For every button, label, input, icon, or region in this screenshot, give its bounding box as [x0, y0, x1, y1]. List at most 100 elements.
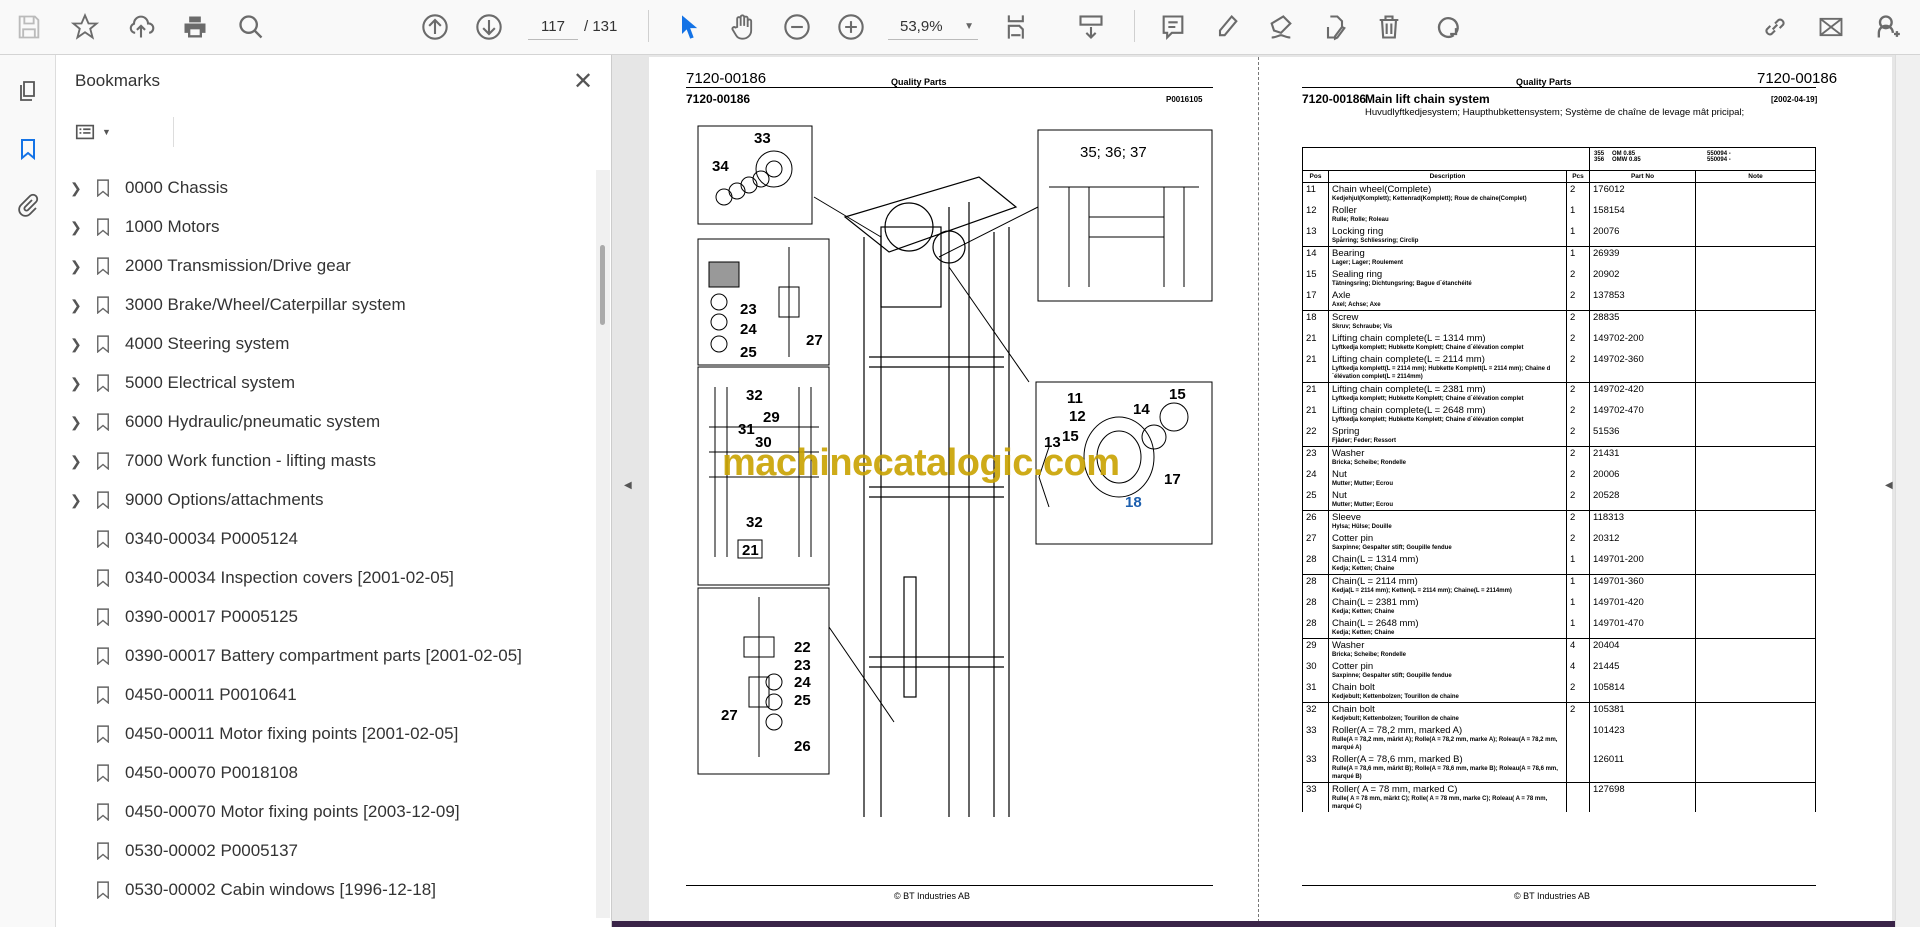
bookmark-options-button[interactable]: ▼ — [74, 117, 174, 147]
document-scrollbar[interactable] — [1895, 55, 1920, 927]
cell-description: Chain(L = 2381 mm) Kedja; Ketten; Chaine — [1328, 596, 1567, 617]
bookmark-item[interactable]: ❯ 5000 Electrical system — [56, 365, 596, 401]
page-down-icon[interactable] — [472, 10, 506, 44]
bookmark-item[interactable]: 0450-00011 P0010641 — [56, 677, 596, 713]
cell-pos: 33 — [1302, 724, 1329, 753]
zoom-in-icon[interactable] — [834, 10, 868, 44]
highlight-icon[interactable] — [1210, 10, 1244, 44]
description-translations: Saxpinne; Gespalter stift; Goupille fend… — [1332, 545, 1452, 551]
chevron-right-icon[interactable]: ❯ — [70, 375, 82, 392]
table-row: 33 Roller(A = 78,2 mm, marked A) Rulle(A =… — [1302, 724, 1817, 753]
bookmark-item[interactable]: 0340-00034 Inspection covers [2001-02-05… — [56, 560, 596, 596]
zoom-out-icon[interactable] — [780, 10, 814, 44]
bookmarks-panel: Bookmarks ✕ ▼ ❯ 0000 Chassis ❯ 1000 Motors ❯… — [56, 55, 612, 927]
bookmark-item[interactable]: 0450-00070 Motor fixing points [2003-12-… — [56, 794, 596, 830]
bookmark-item[interactable]: ❯ 2000 Transmission/Drive gear — [56, 248, 596, 284]
cell-pos: 28 — [1302, 617, 1329, 639]
chevron-right-icon[interactable]: ❯ — [70, 453, 82, 470]
cell-pcs: 2 — [1565, 289, 1591, 311]
cell-pos: 22 — [1302, 425, 1329, 447]
bookmark-item[interactable]: ❯ 7000 Work function - lifting masts — [56, 443, 596, 479]
page-thumbnails-icon[interactable] — [14, 77, 42, 105]
cell-pcs: 1 — [1565, 204, 1591, 225]
cell-pos: 28 — [1302, 574, 1329, 596]
zoom-select[interactable]: 53,9% ▼ — [888, 14, 978, 40]
cell-note — [1695, 446, 1817, 468]
bookmark-item[interactable]: ❯ 6000 Hydraulic/pneumatic system — [56, 404, 596, 440]
chevron-down-icon: ▼ — [964, 21, 974, 32]
scrollbar[interactable] — [596, 170, 610, 918]
cell-part-no: 149702-420 — [1589, 382, 1697, 404]
table-row: 28 Chain(L = 2648 mm) Kedja; Ketten; Chain… — [1302, 617, 1817, 639]
star-icon[interactable] — [68, 10, 102, 44]
rotate-icon[interactable] — [1432, 10, 1466, 44]
description-main: Lifting chain complete(L = 1314 mm) — [1332, 333, 1486, 344]
comment-icon[interactable] — [1156, 10, 1190, 44]
bookmark-item[interactable]: 0450-00070 P0018108 — [56, 755, 596, 791]
taskbar-edge — [612, 921, 1895, 927]
chevron-right-icon[interactable]: ❯ — [70, 258, 82, 275]
email-icon[interactable] — [1814, 10, 1848, 44]
bookmark-item[interactable]: 0390-00017 Battery compartment parts [20… — [56, 638, 596, 674]
description-main: Chain(L = 2114 mm) — [1332, 576, 1418, 587]
bookmark-item[interactable]: 0530-00002 Cabin windows [1996-12-18] — [56, 872, 596, 908]
cell-pcs: 2 — [1565, 489, 1591, 511]
bookmark-label: 0450-00070 P0018108 — [125, 763, 298, 782]
close-icon[interactable]: ✕ — [573, 67, 593, 96]
share-link-icon[interactable] — [1758, 10, 1792, 44]
bookmark-item[interactable]: ❯ 3000 Brake/Wheel/Caterpillar system — [56, 287, 596, 323]
print-icon[interactable] — [178, 10, 212, 44]
collapse-left-icon[interactable]: ◀ — [624, 480, 632, 491]
table-row: 12 Roller Rulle; Rolle; Roleau 1 158154 — [1302, 204, 1817, 225]
description-main: Axle — [1332, 290, 1351, 301]
bookmark-item[interactable]: 0340-00034 P0005124 — [56, 521, 596, 557]
bookmark-item[interactable]: ❯ 4000 Steering system — [56, 326, 596, 362]
cell-description: Lifting chain complete(L = 1314 mm) Lyftk… — [1328, 332, 1567, 353]
fit-page-icon[interactable] — [1000, 10, 1034, 44]
chevron-right-icon[interactable]: ❯ — [70, 336, 82, 353]
bookmarks-icon[interactable] — [14, 135, 42, 163]
scrollbar-thumb[interactable] — [600, 245, 605, 325]
cell-pos: 21 — [1302, 404, 1329, 425]
description-translations: Fjäder; Feder; Ressort — [1332, 438, 1397, 444]
page-up-icon[interactable] — [418, 10, 452, 44]
table-row: 14 Bearing Lager; Lager; Roulement 1 26939 — [1302, 246, 1817, 268]
save-icon[interactable] — [12, 10, 46, 44]
cell-pos: 25 — [1302, 489, 1329, 511]
search-icon[interactable] — [234, 10, 268, 44]
description-translations: Lyftkedja komplett(L = 2114 mm); Hubkett… — [1332, 366, 1551, 380]
edit-document-icon[interactable] — [1318, 10, 1352, 44]
bookmark-item[interactable]: 0390-00017 P0005125 — [56, 599, 596, 635]
cell-part-no: 20404 — [1589, 638, 1697, 660]
trash-icon[interactable] — [1372, 10, 1406, 44]
bookmark-item[interactable]: 0450-00011 Motor fixing points [2001-02-… — [56, 716, 596, 752]
chevron-right-icon[interactable]: ❯ — [70, 180, 82, 197]
attachments-icon[interactable] — [14, 191, 42, 219]
bookmark-icon — [96, 569, 110, 592]
chevron-right-icon[interactable]: ❯ — [70, 219, 82, 236]
callout-18: 18 — [1125, 494, 1142, 511]
collapse-right-icon[interactable]: ◀ — [1885, 480, 1893, 491]
hand-tool-icon[interactable] — [726, 10, 760, 44]
select-cursor-icon[interactable] — [672, 10, 706, 44]
cloud-upload-icon[interactable] — [124, 10, 158, 44]
description-translations: Axel; Achse; Axe — [1332, 302, 1381, 308]
cell-note — [1695, 702, 1817, 724]
chevron-right-icon[interactable]: ❯ — [70, 492, 82, 509]
bookmark-item[interactable]: 0530-00002 P0005137 — [56, 833, 596, 869]
bookmark-label: 9000 Options/attachments — [125, 490, 324, 509]
table-row: 21 Lifting chain complete(L = 2648 mm) Lyf… — [1302, 404, 1817, 425]
cell-description: Washer Bricka; Scheibe; Rondelle — [1328, 638, 1567, 660]
cell-part-no: 126011 — [1589, 753, 1697, 783]
chevron-right-icon[interactable]: ❯ — [70, 414, 82, 431]
page-number-input[interactable]: 117 — [528, 14, 578, 40]
bookmark-item[interactable]: ❯ 9000 Options/attachments — [56, 482, 596, 518]
chevron-right-icon[interactable]: ❯ — [70, 297, 82, 314]
bookmark-item[interactable]: ❯ 1000 Motors — [56, 209, 596, 245]
add-user-icon[interactable] — [1870, 10, 1904, 44]
keyboard-scroll-icon[interactable] — [1074, 10, 1108, 44]
bookmark-icon — [96, 413, 110, 436]
col-note: Note — [1695, 170, 1817, 183]
bookmark-item[interactable]: ❯ 0000 Chassis — [56, 170, 596, 206]
sign-pen-icon[interactable] — [1264, 10, 1298, 44]
